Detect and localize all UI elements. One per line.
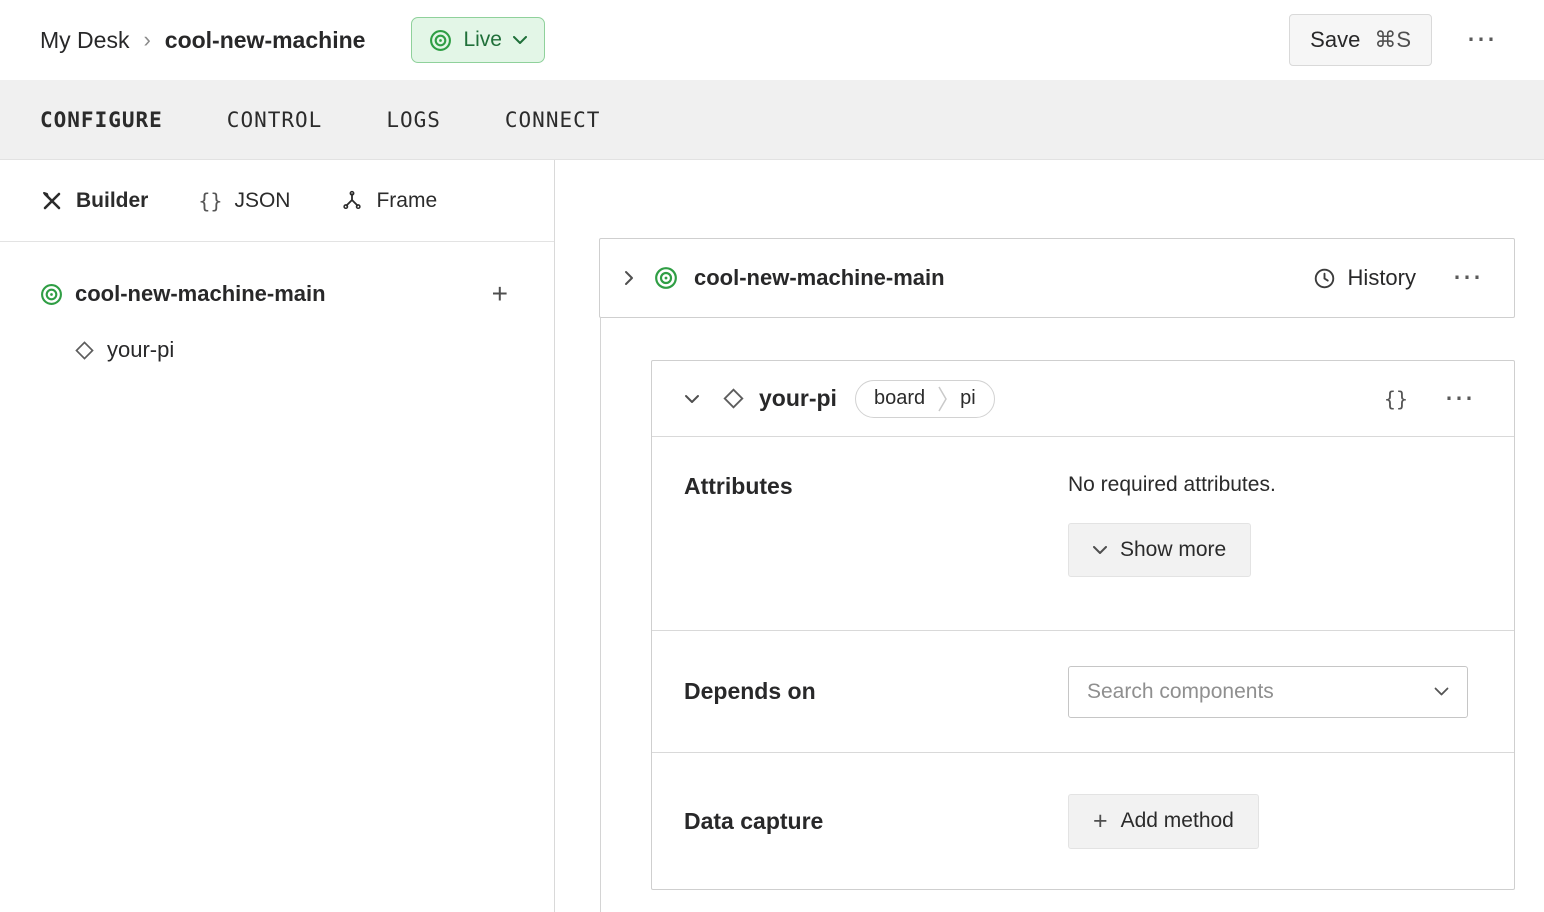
content: Builder {} JSON Frame cool-new-machine-m… [0, 160, 1544, 912]
component-card-header: your-pi board pi {} ⋯ [652, 361, 1514, 437]
depends-on-label: Depends on [684, 678, 816, 704]
depends-on-select[interactable]: Search components [1068, 665, 1468, 718]
tree-connector-line [600, 318, 601, 912]
tree-item-your-pi[interactable]: your-pi [40, 326, 514, 374]
data-capture-label: Data capture [684, 807, 824, 834]
live-status-dropdown[interactable]: Live [411, 17, 545, 63]
plus-icon: + [1093, 806, 1108, 835]
history-clock-icon [1313, 267, 1336, 290]
tab-bar: CONFIGURE CONTROL LOGS CONNECT [0, 80, 1544, 160]
attributes-content: No required attributes. Show more [1068, 473, 1276, 596]
tree-item-your-pi-label: your-pi [107, 337, 175, 362]
component-json-toggle[interactable]: {} [1384, 387, 1408, 411]
add-method-button[interactable]: + Add method [1068, 793, 1259, 849]
attributes-label: Attributes [684, 473, 793, 499]
main-panel: cool-new-machine-main History ⋯ your-pi [555, 160, 1544, 912]
mode-frame[interactable]: Frame [340, 189, 437, 213]
header-more-menu[interactable]: ⋯ [1460, 21, 1504, 59]
machine-part-title: cool-new-machine-main [694, 265, 945, 290]
tab-logs[interactable]: LOGS [386, 102, 441, 138]
mode-json[interactable]: {} JSON [198, 189, 290, 213]
badge-separator-icon [938, 386, 947, 412]
breadcrumb-current: cool-new-machine [164, 26, 366, 53]
machine-part-card: cool-new-machine-main History ⋯ [599, 238, 1515, 318]
machine-part-icon [40, 283, 63, 306]
component-title: your-pi [759, 385, 837, 411]
data-capture-section: Data capture + Add method [652, 753, 1514, 889]
chevron-down-icon [1434, 687, 1449, 697]
badge-type: board [873, 387, 926, 409]
component-diamond-icon [74, 340, 95, 361]
component-model-badge: board pi [854, 379, 995, 418]
attributes-section: Attributes No required attributes. Show … [652, 437, 1514, 631]
tree-item-machine-main-label: cool-new-machine-main [75, 281, 326, 306]
chevron-down-icon [512, 35, 527, 45]
show-more-label: Show more [1120, 538, 1227, 561]
breadcrumb-separator: › [143, 27, 151, 52]
live-icon [429, 29, 452, 52]
live-label: Live [463, 28, 502, 51]
chevron-down-icon[interactable] [684, 394, 700, 404]
depends-on-placeholder: Search components [1087, 679, 1274, 703]
mode-json-label: JSON [234, 188, 291, 212]
history-button[interactable]: History [1313, 265, 1416, 291]
attributes-empty-text: No required attributes. [1068, 473, 1276, 496]
machine-part-icon [654, 266, 678, 290]
component-diamond-icon [722, 387, 745, 410]
depends-on-section: Depends on Search components [652, 631, 1514, 753]
add-component-button[interactable]: + [486, 280, 514, 308]
chevron-down-icon [1093, 545, 1107, 555]
badge-model: pi [960, 387, 976, 409]
component-more-menu[interactable]: ⋯ [1438, 380, 1482, 418]
component-header-actions: {} ⋯ [1384, 380, 1482, 418]
component-card-your-pi: your-pi board pi {} ⋯ Attributes No requ [651, 360, 1515, 890]
save-button[interactable]: Save ⌘S [1289, 14, 1432, 66]
show-more-button[interactable]: Show more [1068, 523, 1252, 577]
history-label: History [1347, 265, 1416, 290]
breadcrumb-root[interactable]: My Desk [40, 27, 129, 54]
save-shortcut: ⌘S [1374, 27, 1411, 52]
braces-icon: {} [198, 188, 223, 213]
tree-item-machine-main[interactable]: cool-new-machine-main + [40, 270, 514, 318]
chevron-right-icon[interactable] [624, 270, 634, 286]
machine-tree: cool-new-machine-main + your-pi [0, 242, 554, 374]
tab-connect[interactable]: CONNECT [505, 102, 601, 138]
mode-builder[interactable]: Builder [40, 189, 148, 213]
mode-frame-label: Frame [376, 188, 438, 212]
mode-builder-label: Builder [76, 188, 149, 212]
add-method-label: Add method [1120, 809, 1234, 832]
machine-part-more-menu[interactable]: ⋯ [1446, 259, 1490, 297]
frame-axes-icon [340, 189, 364, 213]
sidebar: Builder {} JSON Frame cool-new-machine-m… [0, 160, 555, 912]
tools-icon [40, 189, 64, 213]
view-mode-toolbar: Builder {} JSON Frame [0, 160, 554, 242]
tab-configure[interactable]: CONFIGURE [40, 102, 163, 138]
header: My Desk › cool-new-machine Live Save ⌘S … [0, 0, 1544, 80]
breadcrumb: My Desk › cool-new-machine [40, 27, 365, 54]
save-label: Save [1310, 27, 1361, 52]
tab-control[interactable]: CONTROL [227, 102, 323, 138]
header-actions: Save ⌘S ⋯ [1289, 14, 1504, 66]
